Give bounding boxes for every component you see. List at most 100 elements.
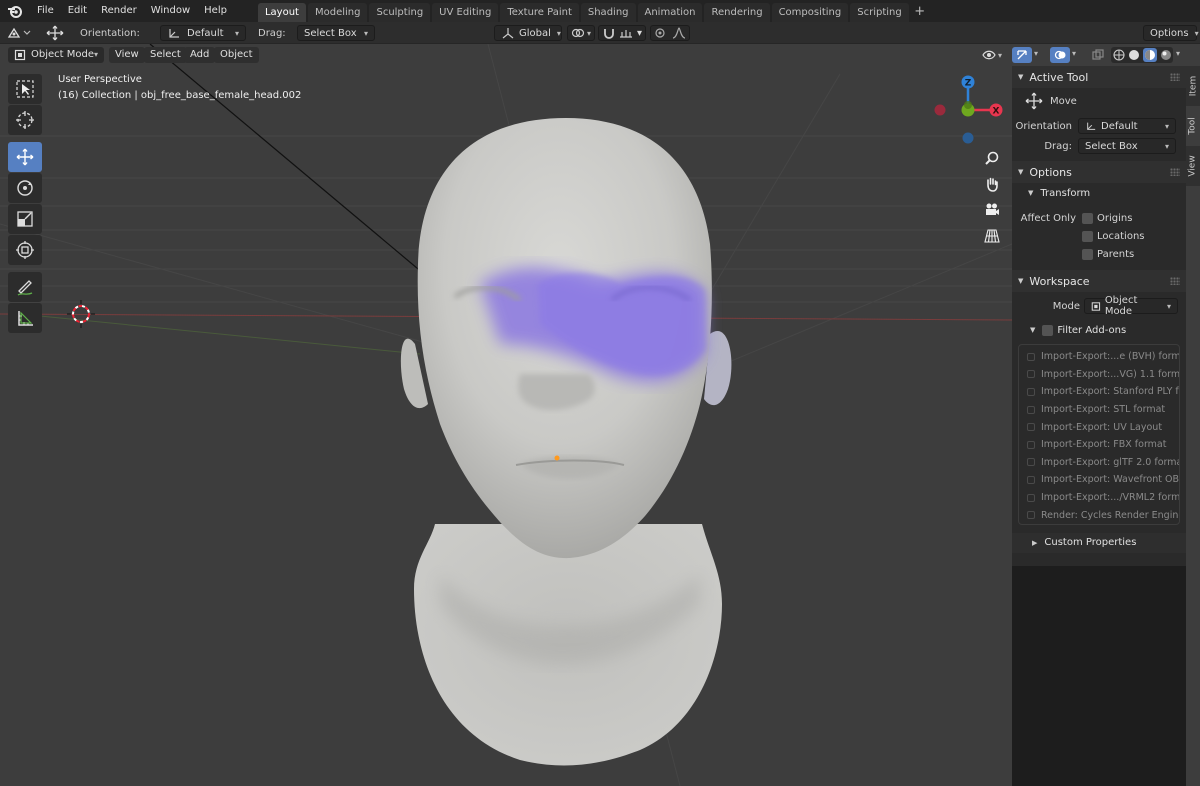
list-item[interactable]: Import-Export: STL format [1019, 401, 1179, 419]
locations-checkbox[interactable] [1082, 230, 1093, 242]
addon-checkbox[interactable] [1027, 387, 1035, 396]
blender-logo-icon[interactable] [0, 0, 30, 22]
tab-rendering[interactable]: Rendering [704, 3, 770, 22]
menu-render[interactable]: Render [94, 0, 144, 22]
editor-type-button[interactable] [6, 25, 32, 41]
pivot-point-dropdown[interactable]: ▾ [567, 25, 595, 41]
addon-checkbox[interactable] [1027, 493, 1035, 502]
xray-toggle[interactable] [1090, 47, 1106, 63]
list-item[interactable]: Import-Export: Wavefront OB... [1019, 471, 1179, 489]
tab-sculpting[interactable]: Sculpting [369, 3, 431, 22]
menu-edit[interactable]: Edit [61, 0, 94, 22]
list-item[interactable]: Import-Export: UV Layout [1019, 418, 1179, 436]
tab-uv-editing[interactable]: UV Editing [432, 3, 499, 22]
list-item[interactable]: Import-Export: Stanford PLY f... [1019, 383, 1179, 401]
orientation-dropdown[interactable]: Default ▾ [160, 25, 246, 41]
addon-checkbox[interactable] [1027, 405, 1035, 414]
origins-checkbox[interactable] [1082, 212, 1093, 224]
mode-dropdown[interactable]: Object Mode ▾ [8, 47, 104, 63]
tab-shading[interactable]: Shading [580, 3, 636, 22]
proportional-edit-toggle[interactable] [650, 25, 690, 41]
transform-tool[interactable] [8, 235, 42, 265]
menu-add[interactable]: Add [184, 47, 216, 63]
rendered-shading-icon[interactable] [1160, 49, 1172, 61]
material-shading-icon[interactable] [1142, 48, 1157, 62]
transform-subpanel-header[interactable]: ▼ Transform [1012, 183, 1186, 203]
drag-dropdown[interactable]: Select Box ▾ [297, 25, 375, 41]
move-tool[interactable] [8, 142, 42, 172]
menu-window[interactable]: Window [144, 0, 197, 22]
chevron-down-icon[interactable]: ▾ [1176, 49, 1180, 58]
filter-addons-checkbox[interactable] [1042, 324, 1054, 336]
tab-layout[interactable]: Layout [257, 3, 306, 22]
overlays-toggle[interactable] [1050, 47, 1070, 63]
affect-only-label: Affect Only [1020, 212, 1076, 224]
options-dropdown[interactable]: Options ▾ [1143, 25, 1199, 41]
sidebar-tab-view[interactable]: View [1186, 146, 1200, 186]
tool-header: Orientation: Default ▾ Drag: Select Box … [0, 22, 1200, 44]
addon-checkbox[interactable] [1027, 352, 1035, 361]
menu-help[interactable]: Help [197, 0, 234, 22]
parents-checkbox[interactable] [1082, 248, 1093, 260]
drag-grip-icon[interactable] [1170, 73, 1180, 81]
menu-select[interactable]: Select [144, 47, 187, 63]
panel-workspace[interactable]: ▼ Workspace [1012, 270, 1186, 292]
addon-checkbox[interactable] [1027, 475, 1035, 484]
navigation-gizmo[interactable]: Z X [934, 75, 1003, 144]
addon-checkbox[interactable] [1027, 370, 1035, 379]
select-box-tool[interactable] [8, 74, 42, 104]
pan-button[interactable] [981, 173, 1003, 195]
measure-tool[interactable] [8, 303, 42, 333]
move-tool-icon[interactable] [44, 25, 66, 41]
filter-addons-row[interactable]: ▼ Filter Add-ons [1012, 320, 1186, 340]
addon-checkbox[interactable] [1027, 511, 1035, 520]
drag-grip-icon[interactable] [1170, 277, 1180, 285]
list-item[interactable]: Import-Export:...e (BVH) format [1019, 348, 1179, 366]
transform-orientation-value: Global [501, 27, 551, 39]
sidebar-tab-item[interactable]: Item [1186, 66, 1200, 106]
annotate-tool[interactable] [8, 272, 42, 302]
addon-checkbox[interactable] [1027, 458, 1035, 467]
addon-checkbox[interactable] [1027, 423, 1035, 432]
list-item[interactable]: Render: Cycles Render Engine [1019, 506, 1179, 524]
panel-active-tool[interactable]: ▼ Active Tool [1012, 66, 1186, 88]
sidebar-tab-tool[interactable]: Tool [1186, 106, 1200, 146]
addon-checkbox[interactable] [1027, 440, 1035, 449]
list-item[interactable]: Import-Export: FBX format [1019, 436, 1179, 454]
tab-texture-paint[interactable]: Texture Paint [500, 3, 579, 22]
cursor-tool[interactable] [8, 105, 42, 135]
toggle-ortho-button[interactable] [981, 225, 1003, 247]
3d-viewport[interactable]: Z X Object Mode ▾ View Select Add Object… [0, 44, 1012, 786]
drag-grip-icon[interactable] [1170, 168, 1180, 176]
menu-object[interactable]: Object [214, 47, 259, 63]
tab-compositing[interactable]: Compositing [771, 3, 849, 22]
tab-modeling[interactable]: Modeling [307, 3, 368, 22]
tool-orientation-dropdown[interactable]: Default ▾ [1078, 118, 1176, 134]
transform-orientation-dropdown[interactable]: Global ▾ [494, 25, 562, 41]
list-item[interactable]: Import-Export:.../VRML2 format [1019, 489, 1179, 507]
zoom-button[interactable] [981, 147, 1003, 169]
list-item[interactable]: Import-Export:...VG) 1.1 format [1019, 366, 1179, 384]
wireframe-shading-icon[interactable] [1112, 49, 1125, 61]
menu-view[interactable]: View [109, 47, 145, 63]
snapping-toggle[interactable]: ▾ [598, 25, 646, 41]
chevron-down-icon[interactable]: ▾ [1072, 49, 1076, 58]
visibility-dropdown[interactable]: ▾ [982, 47, 1010, 63]
list-item[interactable]: Import-Export: glTF 2.0 format [1019, 454, 1179, 472]
tool-drag-dropdown[interactable]: Select Box ▾ [1078, 138, 1176, 154]
panel-options[interactable]: ▼ Options [1012, 161, 1186, 183]
solid-shading-icon[interactable] [1128, 49, 1140, 61]
camera-view-button[interactable] [981, 199, 1003, 221]
neg-x-axis-ball[interactable] [934, 104, 946, 116]
scale-tool[interactable] [8, 204, 42, 234]
chevron-down-icon[interactable]: ▾ [1034, 49, 1038, 58]
gizmo-toggle[interactable] [1012, 47, 1032, 63]
neg-z-axis-ball[interactable] [962, 132, 974, 144]
add-workspace-button[interactable]: + [911, 3, 929, 22]
tab-animation[interactable]: Animation [637, 3, 703, 22]
custom-properties-header[interactable]: ▶ Custom Properties [1012, 532, 1186, 553]
rotate-tool[interactable] [8, 173, 42, 203]
workspace-mode-dropdown[interactable]: Object Mode ▾ [1084, 295, 1178, 317]
tab-scripting[interactable]: Scripting [850, 3, 909, 22]
menu-file[interactable]: File [30, 0, 61, 22]
